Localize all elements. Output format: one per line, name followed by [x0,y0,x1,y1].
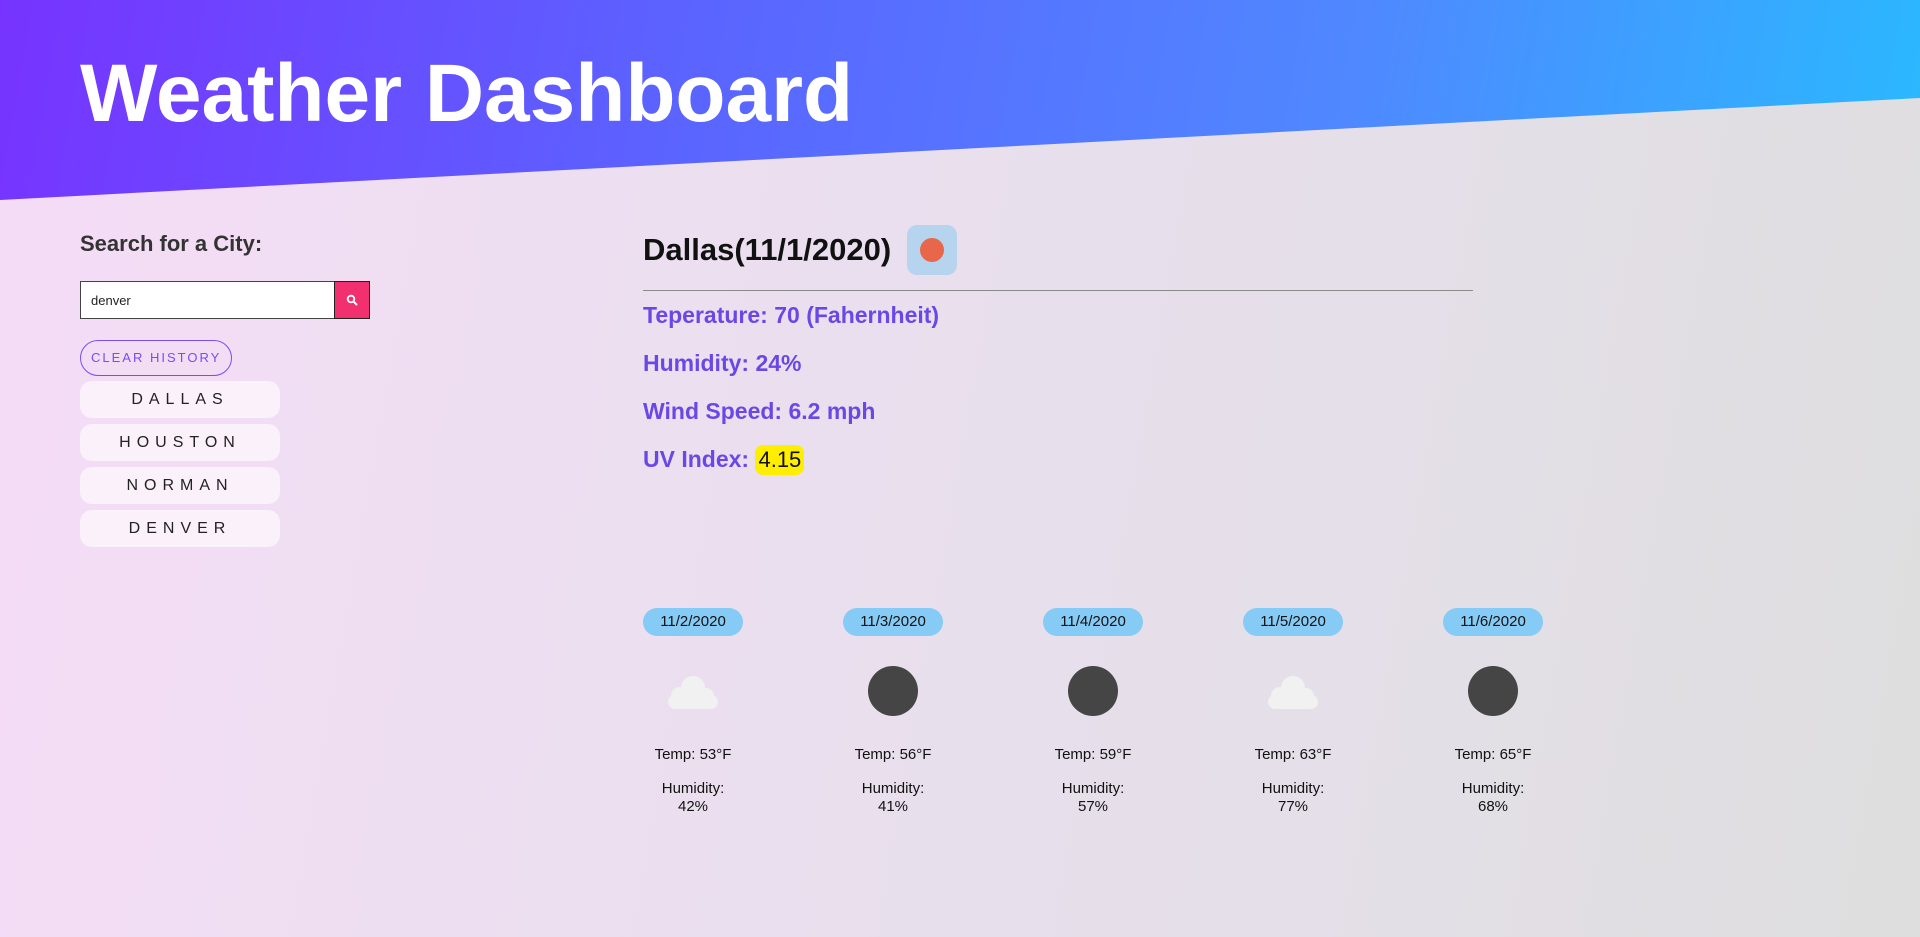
forecast-date: 11/6/2020 [1443,608,1543,636]
forecast-icon [843,666,943,716]
forecast-temp: Temp: 65°F [1454,746,1532,763]
current-stats: Teperature: 70 (Fahernheit) Humidity: 24… [643,291,1473,483]
page-title: Weather Dashboard [80,48,854,139]
moon-icon [1468,666,1518,716]
forecast-card: 11/4/2020 Temp: 59°F Humidity: 57% [1043,608,1143,816]
forecast-card: 11/5/2020 Temp: 63°F Humidity: 77% [1243,608,1343,816]
history-item-houston[interactable]: HOUSTON [80,424,280,461]
forecast-icon [1043,666,1143,716]
uv-index-value: 4.15 [755,445,805,475]
forecast-humidity-value: 68% [1477,798,1509,815]
forecast-humidity-label: Humidity: [1061,780,1125,797]
cloud-icon [1268,676,1318,709]
wind-speed-text: Wind Speed: 6.2 mph [643,398,876,424]
forecast-humidity-value: 57% [1077,798,1109,815]
temperature-text: Teperature: 70 (Fahernheit) [643,302,940,328]
history-item-dallas[interactable]: DALLAS [80,381,280,418]
forecast-humidity-label: Humidity: [861,780,925,797]
search-row [80,281,370,319]
forecast-humidity-value: 41% [877,798,909,815]
forecast-icon [1443,666,1543,716]
search-button[interactable] [334,281,370,319]
forecast-humidity-label: Humidity: [1461,780,1525,797]
forecast-temp: Temp: 59°F [1054,746,1132,763]
humidity-text: Humidity: 24% [643,350,802,376]
forecast-date: 11/3/2020 [843,608,943,636]
forecast-icon [643,666,743,716]
header-banner: Weather Dashboard [0,0,1920,200]
history-item-denver[interactable]: DENVER [80,510,280,547]
current-weather-icon [907,225,958,275]
forecast-humidity-label: Humidity: [661,780,725,797]
forecast-date: 11/4/2020 [1043,608,1143,636]
forecast-date: 11/5/2020 [1243,608,1343,636]
search-icon [346,294,358,306]
forecast-temp: Temp: 53°F [654,746,732,763]
sidebar: Search for a City: CLEAR HISTORY DALLAS … [80,230,370,553]
forecast-humidity-label: Humidity: [1261,780,1325,797]
history-item-norman[interactable]: NORMAN [80,467,280,504]
forecast-card: 11/2/2020 Temp: 53°F Humidity: 42% [643,608,743,816]
five-day-forecast: 11/2/2020 Temp: 53°F Humidity: 42% 11/3/… [643,608,1643,816]
forecast-date: 11/2/2020 [643,608,743,636]
forecast-humidity-value: 77% [1277,798,1309,815]
moon-icon [1068,666,1118,716]
search-label: Search for a City: [80,231,263,256]
uv-index-label: UV Index: [643,446,750,472]
search-input[interactable] [80,281,334,319]
forecast-humidity-value: 42% [677,798,709,815]
search-history-list: DALLAS HOUSTON NORMAN DENVER [80,381,370,547]
forecast-temp: Temp: 63°F [1254,746,1332,763]
forecast-card: 11/3/2020 Temp: 56°F Humidity: 41% [843,608,943,816]
forecast-card: 11/6/2020 Temp: 65°F Humidity: 68% [1443,608,1543,816]
cloud-icon [668,676,718,709]
forecast-temp: Temp: 56°F [854,746,932,763]
city-title: Dallas(11/1/2020) [643,232,892,267]
forecast-icon [1243,666,1343,716]
sun-icon [920,238,945,262]
uv-index-row: UV Index: 4.15 [643,435,1473,483]
clear-history-button[interactable]: CLEAR HISTORY [80,340,233,376]
current-weather-panel: Dallas(11/1/2020) Teperature: 70 (Fahern… [643,225,1473,483]
city-header: Dallas(11/1/2020) [643,225,1473,275]
moon-icon [868,666,918,716]
